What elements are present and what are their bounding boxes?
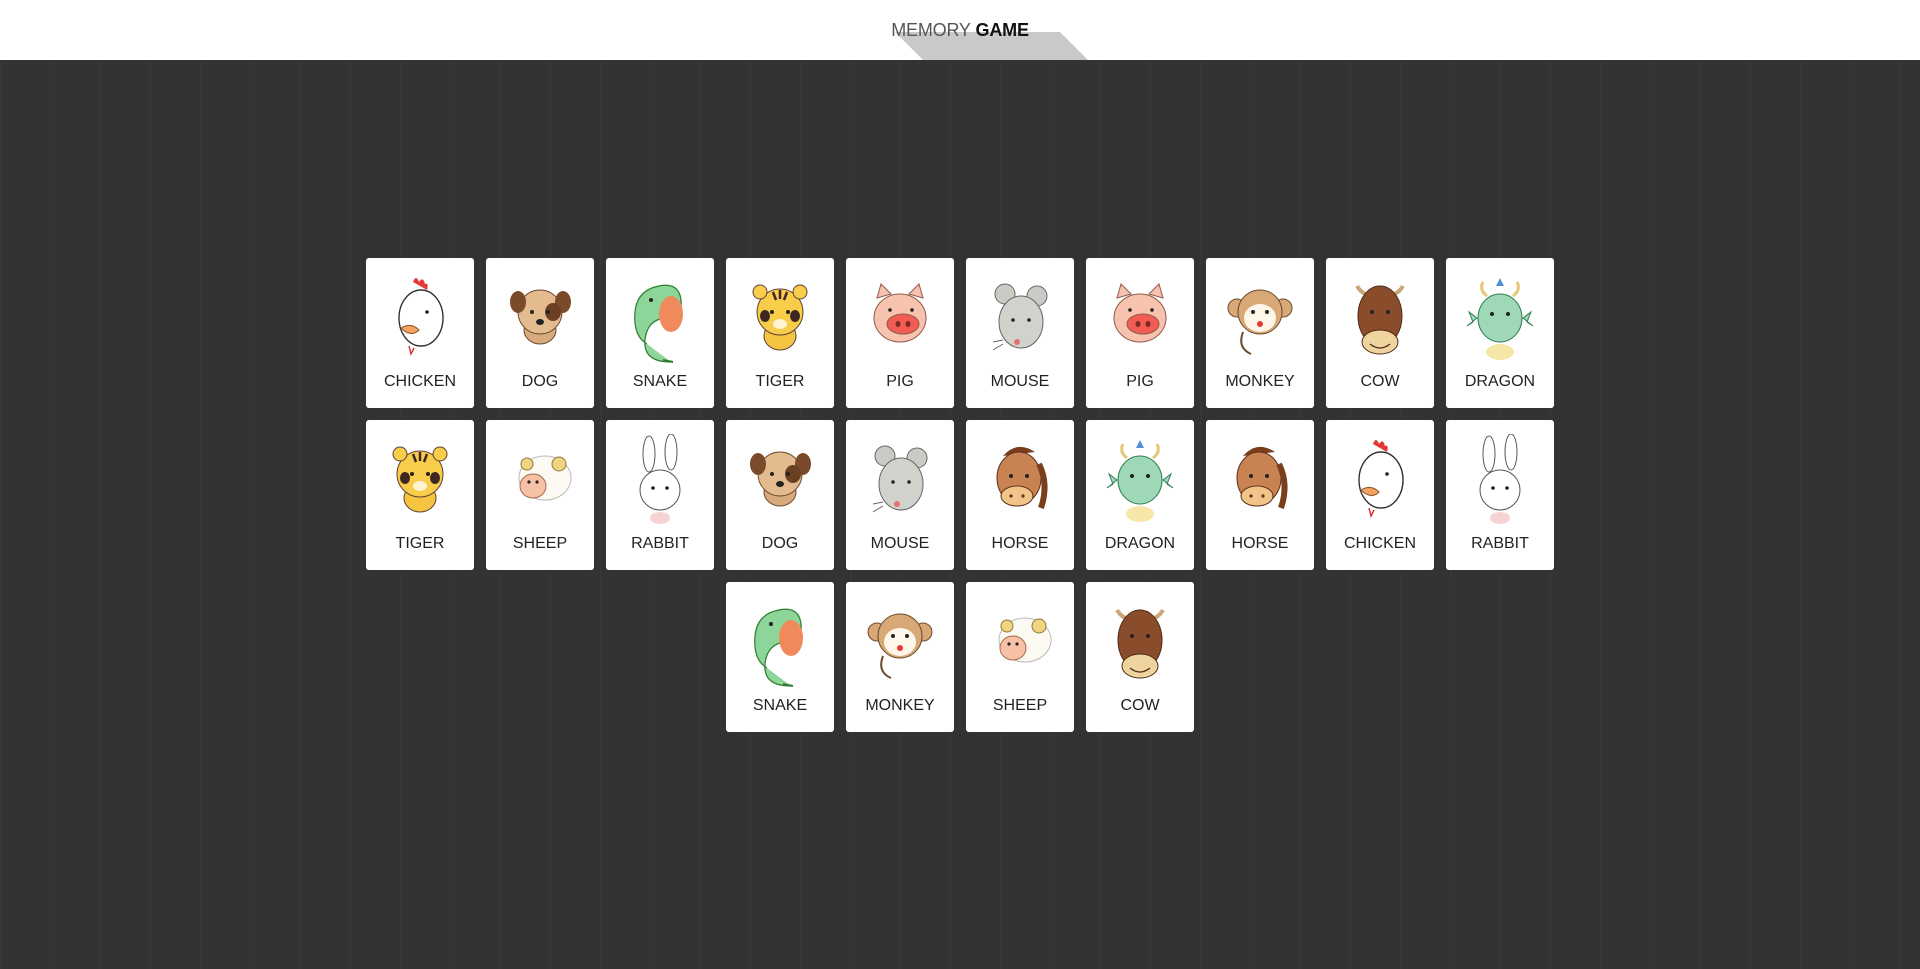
rabbit-icon [1479, 434, 1521, 524]
memory-card[interactable]: RABBIT [606, 420, 714, 570]
card-label: SNAKE [752, 697, 808, 714]
memory-card[interactable]: PIG [1086, 258, 1194, 408]
memory-card[interactable]: COW [1326, 258, 1434, 408]
dog-icon [510, 289, 571, 345]
memory-card[interactable]: HORSE [1206, 420, 1314, 570]
memory-card[interactable]: DOG [486, 258, 594, 408]
snake-icon [634, 284, 683, 363]
snake-icon [754, 608, 803, 687]
tiger-icon [752, 284, 808, 351]
card-label: TIGER [755, 373, 805, 390]
card-label: CHICKEN [383, 373, 456, 390]
card-label: PIG [1126, 373, 1154, 390]
memory-card[interactable]: SHEEP [486, 420, 594, 570]
memory-card[interactable]: MOUSE [966, 258, 1074, 408]
chicken-icon [1358, 440, 1404, 519]
memory-card[interactable]: DRAGON [1086, 420, 1194, 570]
memory-card[interactable]: MOUSE [846, 420, 954, 570]
memory-card[interactable]: DRAGON [1446, 258, 1554, 408]
card-label: SHEEP [992, 697, 1048, 714]
horse-icon [996, 446, 1048, 509]
memory-card[interactable]: MONKEY [846, 582, 954, 732]
memory-card[interactable]: HORSE [966, 420, 1074, 570]
memory-card[interactable]: SNAKE [606, 258, 714, 408]
card-label: MONKEY [1225, 373, 1295, 390]
pig-icon [873, 283, 927, 343]
title-memory: MEMORY [891, 20, 971, 40]
card-board: CHICKEN DOG SNAKE TIGER PIG MOUSE PIG MONKEY COW… [366, 258, 1554, 732]
memory-card[interactable]: RABBIT [1446, 420, 1554, 570]
mouse-icon [872, 445, 928, 513]
card-label: DRAGON [1104, 535, 1176, 552]
chicken-icon [398, 278, 444, 357]
dragon-icon [1106, 440, 1174, 522]
card-label: RABBIT [1471, 535, 1529, 552]
monkey-icon [1227, 289, 1293, 355]
tiger-icon [392, 446, 448, 513]
card-label: COW [1360, 373, 1400, 390]
memory-card[interactable]: COW [1086, 582, 1194, 732]
card-label: CHICKEN [1343, 535, 1416, 552]
card-label: COW [1120, 697, 1160, 714]
dog-icon [750, 451, 811, 507]
title-game: GAME [975, 20, 1029, 40]
card-label: PIG [886, 373, 914, 390]
memory-card[interactable]: DOG [726, 420, 834, 570]
rabbit-icon [639, 434, 681, 524]
card-label: RABBIT [631, 535, 689, 552]
card-label: HORSE [991, 535, 1049, 552]
mouse-icon [992, 283, 1048, 351]
memory-card[interactable]: MONKEY [1206, 258, 1314, 408]
memory-card[interactable]: SHEEP [966, 582, 1074, 732]
memory-card[interactable]: SNAKE [726, 582, 834, 732]
card-label: SHEEP [512, 535, 568, 552]
card-label: TIGER [395, 535, 445, 552]
memory-card[interactable]: PIG [846, 258, 954, 408]
sheep-icon [518, 455, 572, 501]
card-label: DRAGON [1464, 373, 1536, 390]
pig-icon [1113, 283, 1167, 343]
memory-card[interactable]: TIGER [366, 420, 474, 570]
card-label: MOUSE [870, 535, 930, 552]
memory-card[interactable]: CHICKEN [366, 258, 474, 408]
sheep-icon [998, 617, 1052, 663]
card-label: HORSE [1231, 535, 1289, 552]
card-label: MONKEY [865, 697, 935, 714]
dragon-icon [1466, 278, 1534, 360]
monkey-icon [867, 613, 933, 679]
card-label: MOUSE [990, 373, 1050, 390]
card-label: SNAKE [632, 373, 688, 390]
horse-icon [1236, 446, 1288, 509]
memory-card[interactable]: TIGER [726, 258, 834, 408]
page-title: MEMORY GAME [0, 0, 1920, 60]
cow-icon [1355, 284, 1405, 355]
memory-card[interactable]: CHICKEN [1326, 420, 1434, 570]
header-bar: MEMORY GAME [0, 0, 1920, 60]
card-label: DOG [761, 535, 799, 552]
card-label: DOG [521, 373, 559, 390]
cow-icon [1115, 608, 1165, 679]
